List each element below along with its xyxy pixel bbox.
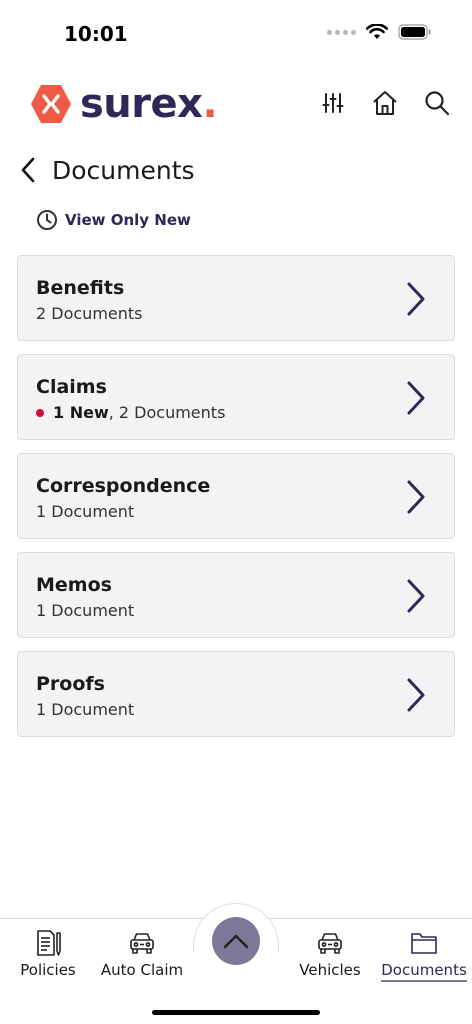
chevron-right-icon (407, 480, 425, 514)
new-count-badge: 1 New (53, 403, 109, 422)
chevron-left-icon (21, 157, 35, 183)
view-only-new-button[interactable]: View Only New (36, 209, 191, 231)
status-time: 10:01 (64, 22, 128, 46)
document-category-list: Benefits 2 Documents Claims 1 New , 2 Do… (17, 255, 455, 750)
category-title: Claims (36, 376, 107, 398)
view-only-new-label: View Only New (65, 211, 191, 229)
chevron-up-icon (223, 934, 249, 949)
battery-icon (398, 24, 431, 40)
chevron-right-icon (407, 579, 425, 613)
wifi-icon (366, 24, 388, 39)
category-card-benefits[interactable]: Benefits 2 Documents (17, 255, 455, 341)
category-card-claims[interactable]: Claims 1 New , 2 Documents (17, 354, 455, 440)
category-card-correspondence[interactable]: Correspondence 1 Document (17, 453, 455, 539)
search-icon[interactable] (422, 88, 452, 118)
clock-icon (37, 210, 57, 230)
surex-logo[interactable]: surex. (30, 81, 218, 127)
car-icon (127, 929, 157, 957)
page-header: Documents (18, 152, 195, 188)
car-icon (315, 929, 345, 957)
category-card-proofs[interactable]: Proofs 1 Document (17, 651, 455, 737)
bottom-tab-bar: Policies Auto Claim Vehicles Documents (0, 903, 472, 1024)
document-count: , 2 Documents (108, 403, 226, 422)
tab-label: Auto Claim (100, 961, 184, 979)
app-header: surex. (0, 80, 472, 128)
chevron-right-icon (407, 381, 425, 415)
tab-label: Documents (381, 961, 467, 982)
home-indicator (152, 1010, 320, 1015)
status-icons (327, 24, 432, 40)
category-subtitle: 1 Document (36, 601, 135, 620)
header-actions (318, 88, 452, 118)
category-subtitle: 1 Document (36, 502, 135, 521)
tab-documents[interactable]: Documents (376, 929, 472, 982)
status-bar: 10:01 (0, 0, 472, 64)
page-title: Documents (52, 155, 195, 185)
category-title: Correspondence (36, 475, 211, 497)
folder-icon (409, 929, 439, 957)
home-icon[interactable] (370, 88, 400, 118)
policy-document-icon (33, 929, 63, 957)
category-card-memos[interactable]: Memos 1 Document (17, 552, 455, 638)
chevron-right-icon (407, 282, 425, 316)
expand-menu-button[interactable] (212, 917, 260, 965)
category-title: Memos (36, 574, 112, 596)
chevron-right-icon (407, 678, 425, 712)
category-subtitle: 1 New , 2 Documents (36, 403, 225, 422)
category-subtitle: 1 Document (36, 700, 135, 719)
new-indicator-dot (36, 408, 44, 417)
tab-policies[interactable]: Policies (0, 929, 96, 979)
category-title: Benefits (36, 277, 125, 299)
tab-auto-claim[interactable]: Auto Claim (94, 929, 190, 979)
signal-icon (327, 29, 356, 35)
back-button[interactable] (18, 155, 48, 185)
category-subtitle: 2 Documents (36, 304, 143, 323)
tab-vehicles[interactable]: Vehicles (282, 929, 378, 979)
category-title: Proofs (36, 673, 105, 695)
surex-logo-icon (31, 85, 71, 123)
sliders-icon[interactable] (318, 88, 348, 118)
logo-wordmark: surex. (80, 81, 218, 127)
tab-label: Vehicles (299, 961, 361, 979)
tab-label: Policies (20, 961, 76, 979)
